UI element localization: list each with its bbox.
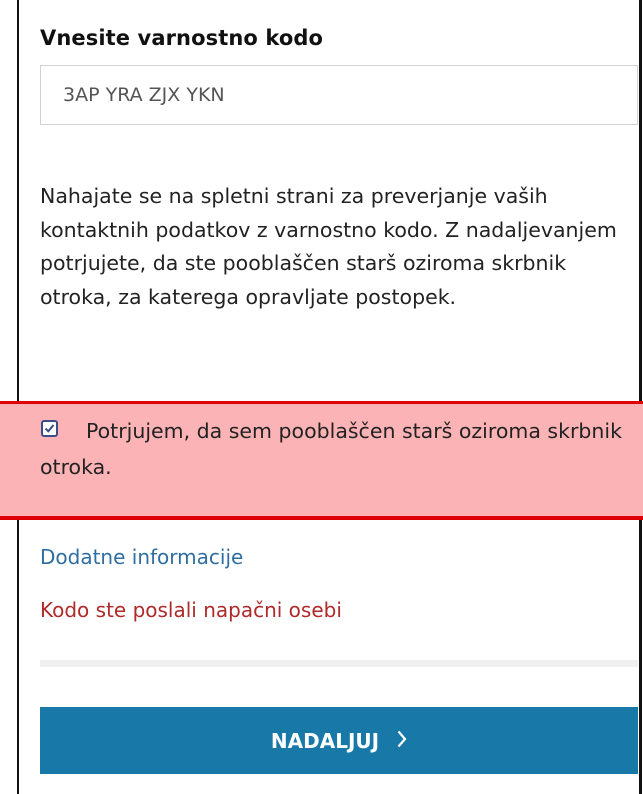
- intro-paragraph: Nahajate se na spletni strani za preverj…: [40, 184, 617, 309]
- checkmark-icon: [44, 424, 55, 433]
- left-border: [17, 0, 19, 794]
- more-info-link[interactable]: Dodatne informacije: [40, 545, 243, 569]
- continue-label: NADALJUJ: [270, 728, 380, 753]
- page: Vnesite varnostno kodo Nahajate se na sp…: [0, 0, 643, 794]
- continue-button[interactable]: NADALJUJ: [40, 707, 638, 774]
- security-code-input[interactable]: [40, 65, 638, 125]
- confirm-checkbox[interactable]: [41, 420, 58, 437]
- confirm-label[interactable]: Potrjujem, da sem pooblaščen starš oziro…: [40, 413, 630, 485]
- chevron-right-icon: [397, 729, 407, 753]
- security-code-heading: Vnesite varnostno kodo: [40, 26, 324, 50]
- wrong-person-link[interactable]: Kodo ste poslali napačni osebi: [40, 598, 342, 622]
- right-border: [639, 0, 642, 794]
- divider: [40, 660, 638, 667]
